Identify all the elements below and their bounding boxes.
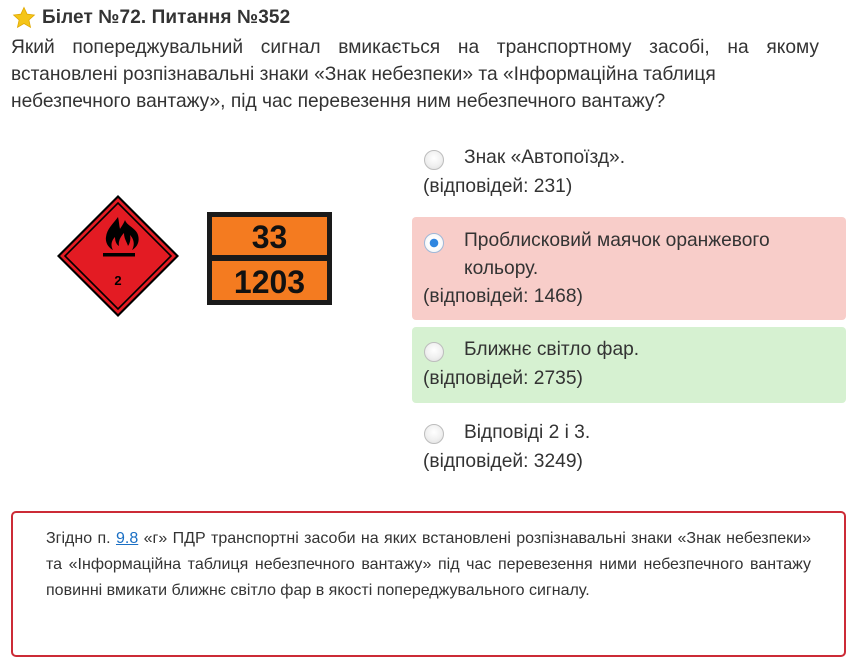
explanation-text: Згідно п. 9.8 «г» ПДР транспортні засоби… <box>46 526 811 604</box>
un-number: 1203 <box>234 264 305 300</box>
answer-votes-3: (відповідей: 2735) <box>423 368 583 389</box>
question-text-main: Який попереджувальний сигнал вмикається … <box>11 37 819 85</box>
radio-button-4[interactable] <box>424 424 444 444</box>
radio-button-3[interactable] <box>424 342 444 362</box>
hazard-id-number: 33 <box>252 219 288 255</box>
answer-option-2-wrong[interactable]: Проблисковий маячок оранжевого кольору. … <box>412 217 846 320</box>
question-title: Білет №72. Питання №352 <box>42 7 291 28</box>
answer-votes-4: (відповідей: 3249) <box>423 451 583 472</box>
rule-link[interactable]: 9.8 <box>116 530 138 547</box>
answer-label-4[interactable]: Відповіді 2 і 3. <box>464 419 824 447</box>
answer-label-1[interactable]: Знак «Автопоїзд». <box>464 144 824 172</box>
answer-option-1[interactable]: Знак «Автопоїзд». (відповідей: 231) <box>412 140 846 204</box>
answer-option-4[interactable]: Відповіді 2 і 3. (відповідей: 3249) <box>412 415 846 479</box>
radio-button-2-selected[interactable] <box>424 233 444 253</box>
hazard-signs-illustration: 2 33 1203 <box>57 195 332 317</box>
hazard-information-plate: 33 1203 <box>207 212 332 305</box>
answer-label-2[interactable]: Проблисковий маячок оранжевого кольору. <box>464 227 824 283</box>
radio-button-1[interactable] <box>424 150 444 170</box>
answer-option-3-correct[interactable]: Ближнє світло фар. (відповідей: 2735) <box>412 327 846 403</box>
question-text-last: небезпечного вантажу», під час перевезен… <box>11 91 666 112</box>
question-image: 2 33 1203 <box>55 193 335 319</box>
explanation-body: «г» ПДР транспортні засоби на яких встан… <box>46 530 812 599</box>
svg-text:2: 2 <box>114 273 121 288</box>
question-header: Білет №72. Питання №352 <box>12 6 290 30</box>
question-text: Який попереджувальний сигнал вмикається … <box>11 34 819 115</box>
explanation-box: Згідно п. 9.8 «г» ПДР транспортні засоби… <box>11 511 846 657</box>
answer-votes-1: (відповідей: 231) <box>423 176 573 197</box>
explanation-prefix: Згідно п. <box>46 530 116 547</box>
star-icon[interactable] <box>12 6 36 30</box>
answer-label-3[interactable]: Ближнє світло фар. <box>464 336 824 364</box>
answer-votes-2: (відповідей: 1468) <box>423 286 583 307</box>
flammable-gas-diamond: 2 <box>57 195 179 317</box>
